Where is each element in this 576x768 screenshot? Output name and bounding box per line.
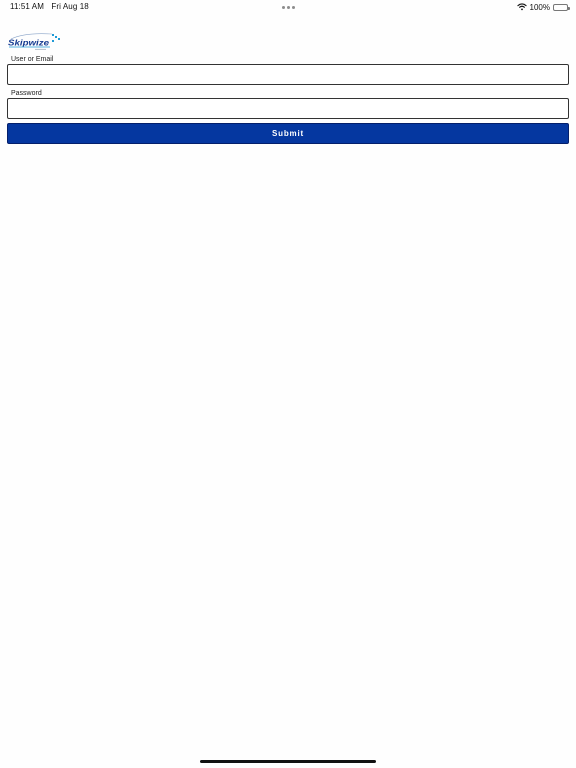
dot [287, 6, 290, 9]
password-input[interactable] [7, 98, 569, 119]
home-indicator[interactable] [200, 760, 376, 763]
submit-button[interactable]: Submit [7, 123, 569, 144]
logo-wordmark: Skipwize [8, 38, 49, 48]
multitasking-dots[interactable] [282, 6, 295, 9]
brand-logo: Skipwize [7, 31, 62, 51]
status-time: 11:51 AM [10, 2, 45, 11]
wifi-icon [516, 3, 527, 11]
login-screen: 11:51 AM Fri Aug 18 100% Skipwize User o… [0, 0, 576, 768]
battery-icon [553, 3, 570, 11]
status-time-date: 11:51 AM Fri Aug 18 [10, 2, 89, 11]
user-email-input[interactable] [7, 64, 569, 85]
status-date: Fri Aug 18 [51, 2, 89, 11]
dot [292, 6, 295, 9]
status-indicators: 100% [516, 1, 570, 13]
battery-percentage: 100% [529, 2, 550, 12]
password-label: Password [11, 90, 42, 97]
dot [282, 6, 285, 9]
status-bar: 11:51 AM Fri Aug 18 100% [0, 0, 576, 14]
user-email-label: User or Email [11, 56, 54, 63]
